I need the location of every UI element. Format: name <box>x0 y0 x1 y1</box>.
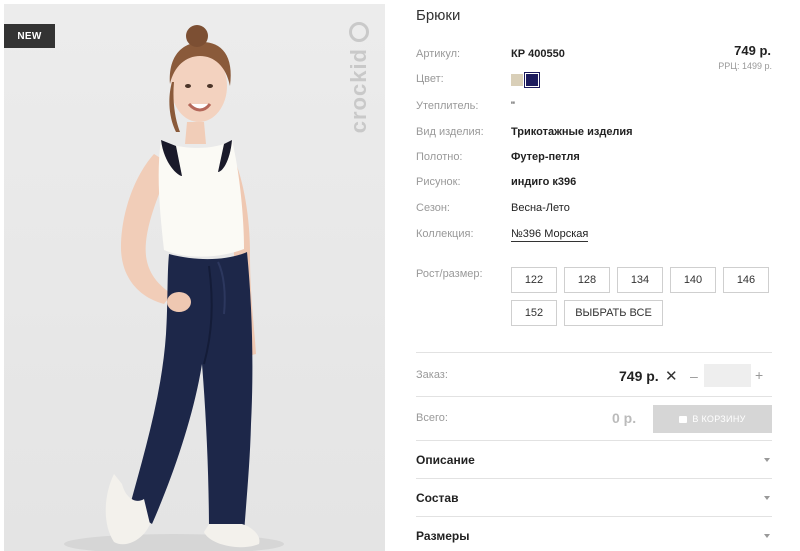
add-to-cart-label: В КОРЗИНУ <box>692 414 746 424</box>
total-value: 0 р. <box>612 410 637 426</box>
color-label: Цвет: <box>416 73 444 85</box>
description-section[interactable]: Описание <box>416 450 772 470</box>
season-value: Весна-Лето <box>511 202 570 214</box>
divider <box>416 516 772 517</box>
product-type-label: Вид изделия: <box>416 126 484 138</box>
total-label: Всего: <box>416 412 448 424</box>
decrease-quantity-button[interactable]: – <box>690 368 698 384</box>
pattern-value: индиго к396 <box>511 176 577 188</box>
increase-quantity-button[interactable]: + <box>755 367 763 383</box>
quantity-input[interactable] <box>704 364 751 387</box>
insulation-value: " <box>511 100 515 112</box>
pattern-label: Рисунок: <box>416 176 461 188</box>
season-label: Сезон: <box>416 202 450 214</box>
fabric-label: Полотно: <box>416 151 463 163</box>
size-option-152[interactable]: 152 <box>511 300 557 326</box>
collection-link[interactable]: №396 Морская <box>511 228 589 242</box>
section-title: Описание <box>416 453 475 467</box>
chevron-down-icon <box>764 496 770 500</box>
section-title: Состав <box>416 491 459 505</box>
composition-section[interactable]: Состав <box>416 488 772 508</box>
chevron-down-icon <box>764 458 770 462</box>
size-label: Рост/размер: <box>416 268 483 280</box>
fabric-value: Футер-петля <box>511 151 580 163</box>
add-to-cart-button[interactable]: В КОРЗИНУ <box>653 405 772 433</box>
color-swatch-navy[interactable] <box>524 72 540 88</box>
product-price: 749 р. <box>734 43 771 58</box>
divider <box>416 396 772 397</box>
order-unit-price: 749 р. <box>619 368 659 384</box>
color-swatch-beige[interactable] <box>511 74 523 86</box>
divider <box>416 440 772 441</box>
size-option-134[interactable]: 134 <box>617 267 663 293</box>
insulation-label: Утеплитель: <box>416 100 479 112</box>
article-label: Артикул: <box>416 48 461 60</box>
divider <box>416 478 772 479</box>
sizes-section[interactable]: Размеры <box>416 526 772 546</box>
chevron-down-icon <box>764 534 770 538</box>
section-title: Размеры <box>416 529 470 543</box>
brand-logo-icon <box>349 22 369 42</box>
size-option-122[interactable]: 122 <box>511 267 557 293</box>
size-option-140[interactable]: 140 <box>670 267 716 293</box>
model-illustration <box>64 25 284 551</box>
cart-icon <box>679 415 688 423</box>
brand-watermark-text: crockid <box>346 48 371 134</box>
size-option-146[interactable]: 146 <box>723 267 769 293</box>
multiply-icon: ✕ <box>665 368 678 385</box>
product-photo[interactable]: NEW crockid <box>4 4 385 551</box>
brand-watermark: crockid <box>346 22 372 157</box>
collection-label: Коллекция: <box>416 228 474 240</box>
size-option-128[interactable]: 128 <box>564 267 610 293</box>
product-type-value: Трикотажные изделия <box>511 126 633 138</box>
order-label: Заказ: <box>416 369 448 381</box>
divider <box>416 352 772 353</box>
new-badge: NEW <box>4 24 55 48</box>
product-title: Брюки <box>416 7 461 24</box>
article-value: КР 400550 <box>511 48 565 60</box>
recommended-retail-price: РРЦ: 1499 р. <box>718 61 772 71</box>
select-all-sizes-button[interactable]: ВЫБРАТЬ ВСЕ <box>564 300 663 326</box>
